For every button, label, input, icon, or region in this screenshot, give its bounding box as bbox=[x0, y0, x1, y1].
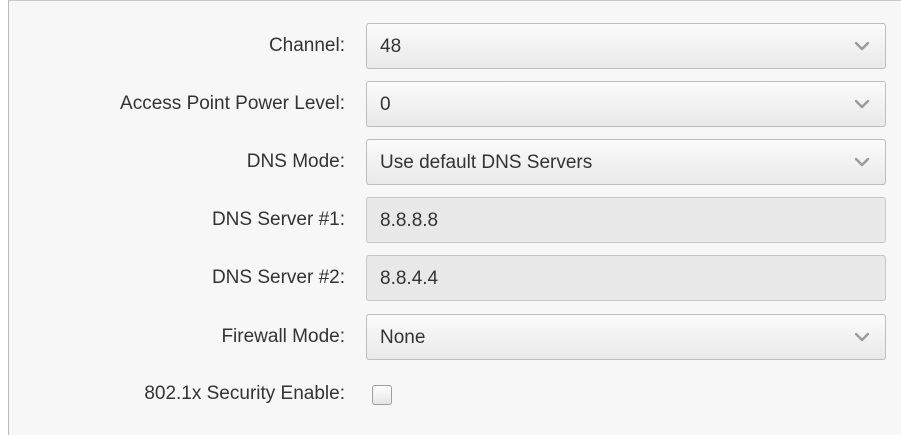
settings-panel: Channel: 48 Access Point Power Level: 0 … bbox=[8, 0, 901, 435]
dns-server-2-input[interactable]: 8.8.4.4 bbox=[366, 255, 886, 301]
channel-value: 48 bbox=[380, 36, 402, 57]
channel-select[interactable]: 48 bbox=[366, 23, 886, 69]
chevron-down-icon bbox=[854, 157, 870, 167]
dns-server-1-input[interactable]: 8.8.8.8 bbox=[366, 197, 886, 243]
chevron-down-icon bbox=[854, 99, 870, 109]
dns-server-2-value: 8.8.4.4 bbox=[380, 268, 439, 289]
security-enable-checkbox[interactable] bbox=[372, 385, 392, 405]
ap-power-value: 0 bbox=[380, 94, 391, 115]
dns-server-2-label: DNS Server #2: bbox=[211, 267, 345, 288]
security-enable-label: 802.1x Security Enable: bbox=[144, 383, 345, 404]
ap-power-select[interactable]: 0 bbox=[366, 81, 886, 127]
dns-server-1-value: 8.8.8.8 bbox=[380, 210, 439, 231]
dns-mode-label: DNS Mode: bbox=[246, 151, 345, 172]
channel-label: Channel: bbox=[268, 35, 345, 56]
dns-mode-select[interactable]: Use default DNS Servers bbox=[366, 139, 886, 185]
firewall-mode-value: None bbox=[380, 327, 426, 348]
chevron-down-icon bbox=[854, 332, 870, 342]
dns-server-1-label: DNS Server #1: bbox=[211, 209, 345, 230]
firewall-mode-label: Firewall Mode: bbox=[221, 326, 345, 347]
ap-power-label: Access Point Power Level: bbox=[120, 93, 345, 114]
firewall-mode-select[interactable]: None bbox=[366, 314, 886, 360]
dns-mode-value: Use default DNS Servers bbox=[380, 152, 593, 173]
chevron-down-icon bbox=[854, 41, 870, 51]
